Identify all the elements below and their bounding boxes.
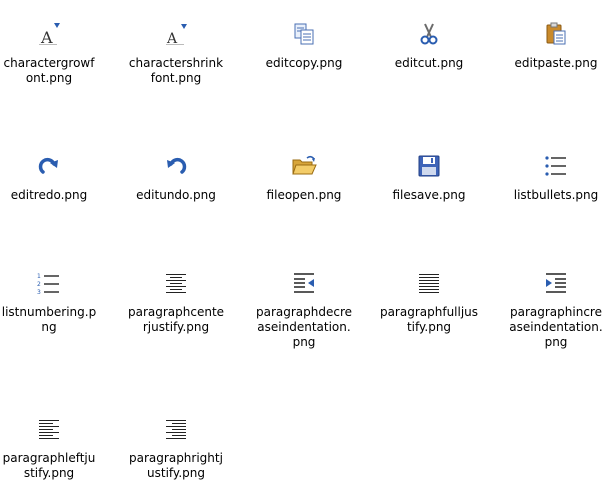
file-name-label: paragraphfulljus tify.png bbox=[379, 305, 479, 334]
file-name-label: paragraphrightj ustify.png bbox=[129, 451, 223, 480]
svg-text:A: A bbox=[40, 28, 53, 46]
file-item-paragraphdecreaseindentation[interactable]: paragraphdecre aseindentation. png bbox=[248, 267, 360, 350]
file-name-label: listnumbering.p ng bbox=[1, 305, 97, 334]
file-item-paragraphincreaseindentation[interactable]: paragraphincre aseindentation. png bbox=[500, 267, 611, 350]
file-name-label: editcopy.png bbox=[265, 56, 343, 70]
file-name-label: listbullets.png bbox=[513, 188, 599, 202]
file-item-editcut[interactable]: editcut.png bbox=[373, 18, 485, 71]
file-item-editpaste[interactable]: editpaste.png bbox=[500, 18, 611, 71]
file-name-label: editundo.png bbox=[136, 188, 216, 202]
file-name-label: editpaste.png bbox=[514, 56, 598, 70]
bulleted-list-icon bbox=[540, 150, 572, 182]
file-name-label: editcut.png bbox=[394, 56, 464, 70]
file-item-filesave[interactable]: filesave.png bbox=[373, 150, 485, 203]
file-item-editcopy[interactable]: editcopy.png bbox=[248, 18, 360, 71]
copy-icon bbox=[288, 18, 320, 50]
floppy-disk-icon bbox=[413, 150, 445, 182]
file-item-paragraphcenterjustify[interactable]: paragraphcente rjustify.png bbox=[120, 267, 232, 335]
file-name-label: paragraphdecre aseindentation. png bbox=[255, 305, 353, 349]
file-item-paragraphrightjustify[interactable]: paragraphrightj ustify.png bbox=[120, 413, 232, 481]
character-shrink-font-icon: A bbox=[160, 18, 192, 50]
svg-text:1: 1 bbox=[37, 273, 41, 280]
file-item-paragraphfulljustify[interactable]: paragraphfulljus tify.png bbox=[373, 267, 485, 335]
file-item-editredo[interactable]: editredo.png bbox=[0, 150, 105, 203]
redo-icon bbox=[33, 150, 65, 182]
paste-icon bbox=[540, 18, 572, 50]
align-justify-icon bbox=[413, 267, 445, 299]
align-left-icon bbox=[33, 413, 65, 445]
align-center-icon bbox=[160, 267, 192, 299]
file-name-label: charactershrink font.png bbox=[128, 56, 224, 85]
numbered-list-icon: 1 2 3 bbox=[33, 267, 65, 299]
file-name-label: fileopen.png bbox=[266, 188, 342, 202]
undo-icon bbox=[160, 150, 192, 182]
file-name-label: filesave.png bbox=[392, 188, 466, 202]
file-name-label: paragraphleftju stify.png bbox=[2, 451, 96, 480]
character-grow-font-icon: A bbox=[33, 18, 65, 50]
file-name-label: editredo.png bbox=[10, 188, 88, 202]
file-item-fileopen[interactable]: fileopen.png bbox=[248, 150, 360, 203]
increase-indent-icon bbox=[540, 267, 572, 299]
file-item-editundo[interactable]: editundo.png bbox=[120, 150, 232, 203]
file-name-label: charactergrowf ont.png bbox=[3, 56, 95, 85]
svg-text:2: 2 bbox=[37, 281, 41, 288]
decrease-indent-icon bbox=[288, 267, 320, 299]
align-right-icon bbox=[160, 413, 192, 445]
file-item-listnumbering[interactable]: 1 2 3 listnumbering.p ng bbox=[0, 267, 105, 335]
file-name-label: paragraphincre aseindentation. png bbox=[509, 305, 603, 349]
file-item-charactershrinkfont[interactable]: A charactershrink font.png bbox=[120, 18, 232, 86]
file-name-label: paragraphcente rjustify.png bbox=[127, 305, 225, 334]
svg-text:A: A bbox=[166, 31, 178, 46]
file-item-listbullets[interactable]: listbullets.png bbox=[500, 150, 611, 203]
file-item-paragraphleftjustify[interactable]: paragraphleftju stify.png bbox=[0, 413, 105, 481]
svg-text:3: 3 bbox=[37, 289, 41, 295]
file-item-charactergrowfont[interactable]: A charactergrowf ont.png bbox=[0, 18, 105, 86]
scissors-icon bbox=[413, 18, 445, 50]
folder-open-icon bbox=[288, 150, 320, 182]
